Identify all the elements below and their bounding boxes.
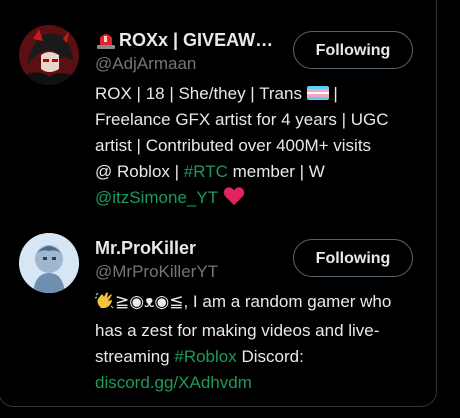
user-bio: ≧◉ᴥ◉≦, I am a random gamer who has a zes…	[94, 289, 425, 396]
bio-text: Freelance GFX artist for 4 years | UGC	[95, 110, 389, 129]
mention-link[interactable]: @itzSimone_YT	[95, 188, 218, 207]
bio-text: has a zest for making videos and live-	[95, 321, 380, 340]
following-button[interactable]: Following	[293, 31, 413, 69]
avatar[interactable]	[19, 233, 79, 293]
user-bio: ROX | 18 | She/they | Trans | Freelance …	[95, 81, 425, 214]
bio-text: Discord:	[236, 347, 304, 366]
red-heart-icon	[223, 186, 245, 214]
bio-text: ≧◉ᴥ◉≦, I am a random gamer who	[115, 292, 392, 311]
who-to-follow-panel: ROXx | GIVEAW… @AdjArmaan Following ROX …	[0, 0, 437, 407]
transgender-flag-icon	[306, 86, 329, 100]
user-handle: @MrProKillerYT	[95, 262, 219, 281]
discord-link[interactable]: discord.gg/XAdhvdm	[95, 373, 252, 392]
user-handle: @AdjArmaan	[95, 54, 197, 73]
avatar[interactable]	[19, 25, 79, 85]
user-name-row[interactable]: Mr.ProKiller	[95, 237, 196, 259]
display-name: Mr.ProKiller	[95, 238, 197, 258]
waving-hand-icon	[94, 290, 115, 318]
bio-text: @ Roblox |	[95, 162, 184, 181]
display-name: ROXx | GIVEAW…	[119, 30, 274, 50]
user-name-row[interactable]: ROXx | GIVEAW…	[95, 29, 273, 51]
bio-text: member | W	[227, 162, 325, 181]
siren-icon	[95, 30, 117, 50]
bio-text: ROX | 18 | She/they | Trans	[95, 84, 302, 103]
hashtag-link[interactable]: #Roblox	[174, 347, 236, 366]
bio-text: artist | Contributed over 400M+ visits	[95, 136, 372, 155]
hashtag-link[interactable]: #RTC	[184, 162, 228, 181]
bio-text: streaming	[95, 347, 175, 366]
following-button[interactable]: Following	[293, 239, 413, 277]
bio-text: |	[328, 84, 338, 103]
